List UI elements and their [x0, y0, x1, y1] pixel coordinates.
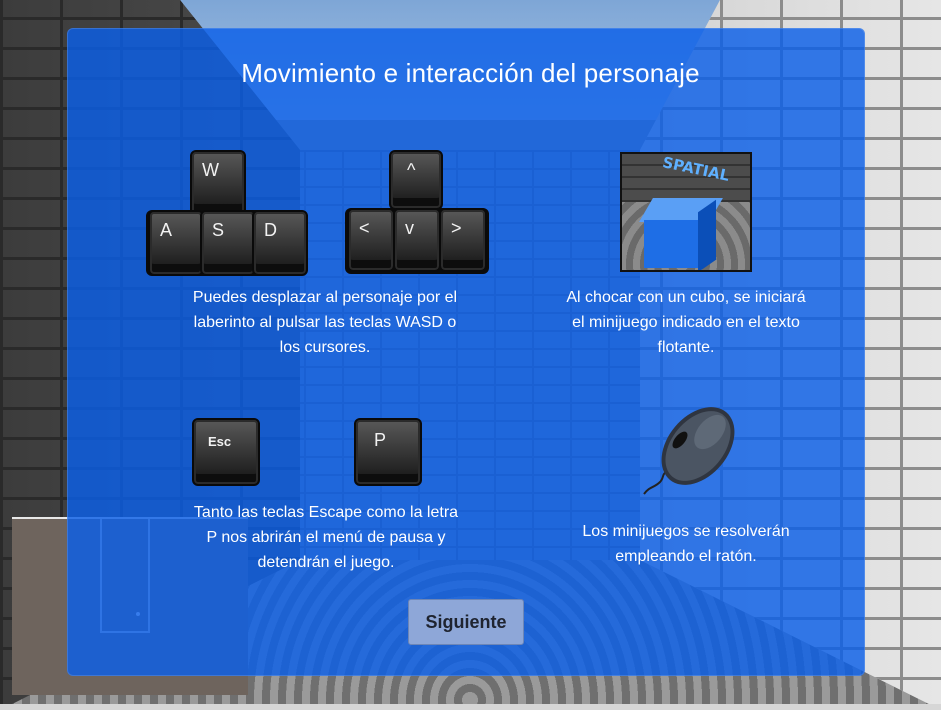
cube-side-face [698, 199, 716, 270]
key-w-icon: W [190, 150, 246, 216]
key-a-icon: A [148, 210, 204, 276]
arrow-up-label: ^ [407, 160, 416, 180]
mouse-icon [643, 407, 735, 495]
arrow-right-label: > [451, 218, 462, 238]
arrow-left-key-icon: < [347, 208, 395, 272]
panel-title: Movimiento e interacción del personaje [241, 58, 700, 88]
cube-description: Al chocar con un cubo, se iniciará el mi… [540, 285, 832, 360]
arrow-left-label: < [359, 218, 370, 238]
pause-line-2: P nos abrirán el menú de pausa y [206, 529, 446, 546]
movement-line-2: laberinto al pulsar las teclas WASD o [193, 314, 457, 331]
key-s-label: S [212, 220, 225, 240]
pause-description: Tanto las teclas Escape como la letra P … [165, 500, 487, 575]
movement-description: Puedes desplazar al personaje por el lab… [150, 285, 500, 360]
arrow-right-key-icon: > [439, 208, 487, 272]
key-w-label: W [202, 160, 219, 180]
next-button[interactable]: Siguiente [408, 599, 524, 645]
arrow-up-key-icon: ^ [389, 150, 443, 210]
key-a-label: A [160, 220, 173, 240]
cube-front-face [644, 220, 700, 268]
key-d-icon: D [252, 210, 308, 276]
cube-line-1: Al chocar con un cubo, se iniciará [566, 289, 806, 306]
cube-line-2: el minijuego indicado en el texto [572, 314, 800, 331]
mouse-line-1: Los minijuegos se resolverán [582, 523, 790, 540]
mouse-description: Los minijuegos se resolverán empleando e… [540, 519, 832, 569]
arrow-down-label: v [405, 218, 414, 238]
cube-line-3: flotante. [657, 339, 715, 356]
key-esc-label: Esc [208, 434, 232, 449]
movement-line-1: Puedes desplazar al personaje por el [192, 289, 458, 306]
movement-line-3: los cursores. [279, 339, 371, 356]
key-p-label: P [374, 430, 387, 450]
key-s-icon: S [200, 210, 256, 276]
pause-line-3: detendrán el juego. [257, 554, 395, 571]
bottom-strip [0, 704, 941, 710]
key-esc-icon: Esc [192, 418, 260, 486]
cube-collision-image: SPATIAL [620, 152, 752, 272]
mouse-line-2: empleando el ratón. [615, 548, 757, 565]
pause-line-1: Tanto las teclas Escape como la letra [193, 504, 459, 521]
key-p-icon: P [354, 418, 422, 486]
arrow-down-key-icon: v [393, 208, 441, 272]
key-d-label: D [264, 220, 277, 240]
